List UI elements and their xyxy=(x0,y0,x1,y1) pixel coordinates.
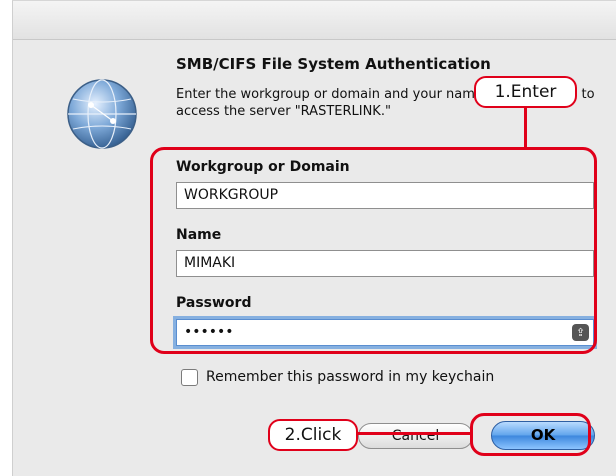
enter-connector-line xyxy=(524,107,527,149)
remember-label: Remember this password in my keychain xyxy=(206,369,495,385)
step2-callout: 2.Click xyxy=(268,419,358,451)
step1-callout: 1.Enter xyxy=(474,76,577,108)
dialog-title: SMB/CIFS File System Authentication xyxy=(176,55,491,73)
remember-checkbox[interactable] xyxy=(181,369,198,386)
title-bar xyxy=(13,1,616,40)
click-connector-line xyxy=(357,432,472,435)
ok-highlight-box xyxy=(470,413,591,456)
network-globe-icon xyxy=(67,79,137,149)
fields-highlight-box xyxy=(150,147,597,354)
cancel-button[interactable]: Cancel xyxy=(358,423,473,449)
